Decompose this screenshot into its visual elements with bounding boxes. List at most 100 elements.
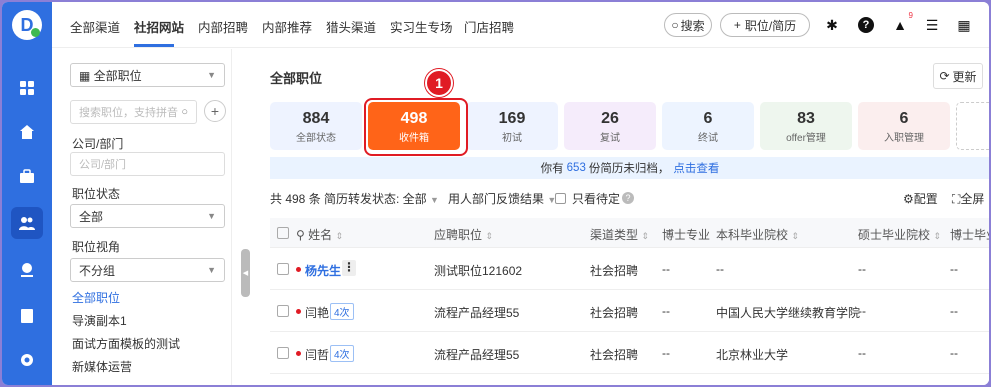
table-row[interactable]: 闫哲 4次 流程产品经理55 社会招聘 -- 北京林业大学 -- -- — [270, 332, 989, 374]
card-second-interview[interactable]: 26 复试 — [564, 102, 656, 150]
row-checkbox[interactable] — [277, 305, 289, 317]
view-select[interactable]: 不分组 ▼ — [70, 258, 225, 282]
sidebar-item-all-positions[interactable]: 全部职位 — [72, 289, 120, 306]
candidate-name[interactable]: 闫哲 — [305, 346, 329, 363]
sort-icon: ⇕ — [335, 231, 344, 241]
dept-input[interactable]: 公司/部门 — [70, 152, 225, 176]
sidebar-item-new-media[interactable]: 新媒体运营 — [72, 358, 132, 375]
column-channel-label: 渠道类型 — [590, 228, 639, 242]
home-icon[interactable] — [11, 116, 43, 148]
row-checkbox[interactable] — [277, 263, 289, 275]
refresh-button[interactable]: ⟳ 更新 — [933, 63, 983, 89]
people-icon[interactable] — [11, 207, 43, 239]
position-search-input[interactable]: 搜索职位，支持拼音 ○ — [70, 100, 197, 124]
card-count: 6 — [703, 110, 713, 127]
cell-position: 流程产品经理55 — [434, 348, 520, 362]
column-name[interactable]: ⚲ 姓名 ⇕ — [296, 226, 343, 243]
nav-social-sites[interactable]: 社招网站 — [134, 17, 184, 36]
column-phd-school[interactable]: 博士毕业 — [950, 226, 989, 243]
sidebar: ▦ 全部职位 ▼ 搜索职位，支持拼音 ○ + 公司/部门 公司/部门 职位状态 全部… — [52, 49, 232, 385]
add-position-button[interactable]: + 职位/简历 — [720, 13, 810, 37]
app-logo[interactable]: D — [12, 10, 42, 40]
fullscreen-button[interactable]: ⛶全屏 — [952, 190, 984, 207]
refresh-icon: ⟳ — [939, 69, 950, 83]
cell-undergrad: -- — [716, 262, 724, 276]
cell-phd-major: -- — [662, 346, 670, 360]
cell-undergrad: 北京林业大学 — [716, 348, 789, 362]
nav-store-recruit[interactable]: 门店招聘 — [464, 17, 514, 36]
notice-count: 653 — [566, 162, 586, 174]
column-channel[interactable]: 渠道类型 ⇕ — [590, 226, 649, 243]
column-master-label: 硕士毕业院校 — [858, 228, 931, 242]
cell-channel: 社会招聘 — [590, 348, 639, 362]
nav-internal-referral[interactable]: 内部推荐 — [262, 17, 312, 36]
add-position-icon[interactable]: + — [204, 100, 226, 122]
nav-all-channels[interactable]: 全部渠道 — [70, 17, 120, 36]
cell-position: 测试职位121602 — [434, 264, 523, 278]
times-badge: 4次 — [330, 303, 354, 320]
table-row[interactable]: 杨先生 ⋮ 测试职位121602 社会招聘 -- -- -- -- — [270, 248, 989, 290]
candidate-name[interactable]: 杨先生 — [305, 262, 341, 279]
list-icon[interactable]: ☰ — [922, 15, 942, 35]
view-value: 不分组 — [79, 263, 116, 278]
cell-phd-major: -- — [662, 262, 670, 276]
select-all-checkbox[interactable] — [277, 227, 289, 239]
cell-master: -- — [858, 304, 866, 318]
row-checkbox[interactable] — [277, 347, 289, 359]
position-filter-select[interactable]: ▦ 全部职位 ▼ — [70, 63, 225, 87]
nav-active-underline — [134, 44, 174, 47]
forward-status-filter[interactable]: 简历转发状态: 全部 ▼ — [324, 190, 439, 207]
table-row[interactable]: 闫艳 4次 流程产品经理55 社会招聘 -- 中国人民大学继续教育学院 -- -… — [270, 290, 989, 332]
status-select[interactable]: 全部 ▼ — [70, 204, 225, 228]
notice-link[interactable]: 点击查看 — [673, 160, 719, 176]
column-position[interactable]: 应聘职位 ⇕ — [434, 226, 493, 243]
card-first-interview[interactable]: 169 初试 — [466, 102, 558, 150]
bell-icon[interactable]: ▲ 9 — [890, 11, 913, 35]
column-name-label: 姓名 — [308, 228, 333, 242]
config-button[interactable]: ⚙配置 — [903, 190, 938, 207]
card-offer[interactable]: 83 offer管理 — [760, 102, 852, 150]
candidate-name[interactable]: 闫艳 — [305, 304, 329, 321]
sidebar-item-director-copy[interactable]: 导演副本1 — [72, 312, 127, 329]
nav-intern[interactable]: 实习生专场 — [390, 17, 453, 36]
unread-dot — [296, 267, 301, 272]
puzzle-icon[interactable]: ✱ — [822, 15, 842, 35]
card-final-interview[interactable]: 6 终试 — [662, 102, 754, 150]
card-label: 全部状态 — [296, 133, 336, 144]
apps-grid-icon[interactable] — [11, 72, 43, 104]
refresh-label: 更新 — [952, 69, 977, 84]
position-search-placeholder: 搜索职位，支持拼音 — [79, 107, 178, 119]
briefcase-icon[interactable] — [11, 160, 43, 192]
location-icon[interactable] — [11, 254, 43, 286]
sidebar-collapse-handle[interactable]: ◀ — [241, 249, 250, 297]
column-master[interactable]: 硕士毕业院校 ⇕ — [858, 226, 941, 243]
highlight-ring — [364, 98, 468, 156]
feedback-filter[interactable]: 用人部门反馈结果 ▼ — [448, 190, 556, 207]
chevron-down-icon: ▼ — [207, 70, 216, 80]
help-icon[interactable]: ? — [856, 15, 876, 35]
column-phd-major[interactable]: 博士专业 — [662, 226, 710, 243]
search-button[interactable]: ○ 搜索 — [664, 13, 712, 37]
chevron-down-icon: ▼ — [207, 211, 216, 221]
calendar-icon[interactable]: ▦ — [954, 15, 974, 35]
nav-headhunter[interactable]: 猎头渠道 — [326, 17, 376, 36]
help-icon[interactable]: ? — [622, 192, 634, 204]
document-icon[interactable] — [11, 300, 43, 332]
logo-dot — [31, 28, 40, 37]
page-title: 全部职位 — [270, 71, 323, 86]
sort-icon: ⇕ — [791, 231, 799, 241]
card-more[interactable] — [956, 102, 989, 150]
menu-icon[interactable]: ▤ — [984, 15, 989, 35]
config-label: 配置 — [913, 192, 938, 206]
cell-channel: 社会招聘 — [590, 264, 639, 278]
dept-label: 公司/部门 — [72, 137, 124, 151]
filter-icon: ⚲ — [296, 228, 305, 242]
column-undergrad[interactable]: 本科毕业院校 ⇕ — [716, 226, 799, 243]
more-icon[interactable]: ⋮ — [342, 260, 356, 276]
card-all-status[interactable]: 884 全部状态 — [270, 102, 362, 150]
nav-internal-recruit[interactable]: 内部招聘 — [198, 17, 248, 36]
pending-checkbox[interactable] — [555, 193, 566, 204]
gear-icon[interactable] — [11, 344, 43, 376]
sidebar-item-interview-template[interactable]: 面试方面模板的测试 — [72, 335, 180, 352]
card-onboarding[interactable]: 6 入职管理 — [858, 102, 950, 150]
